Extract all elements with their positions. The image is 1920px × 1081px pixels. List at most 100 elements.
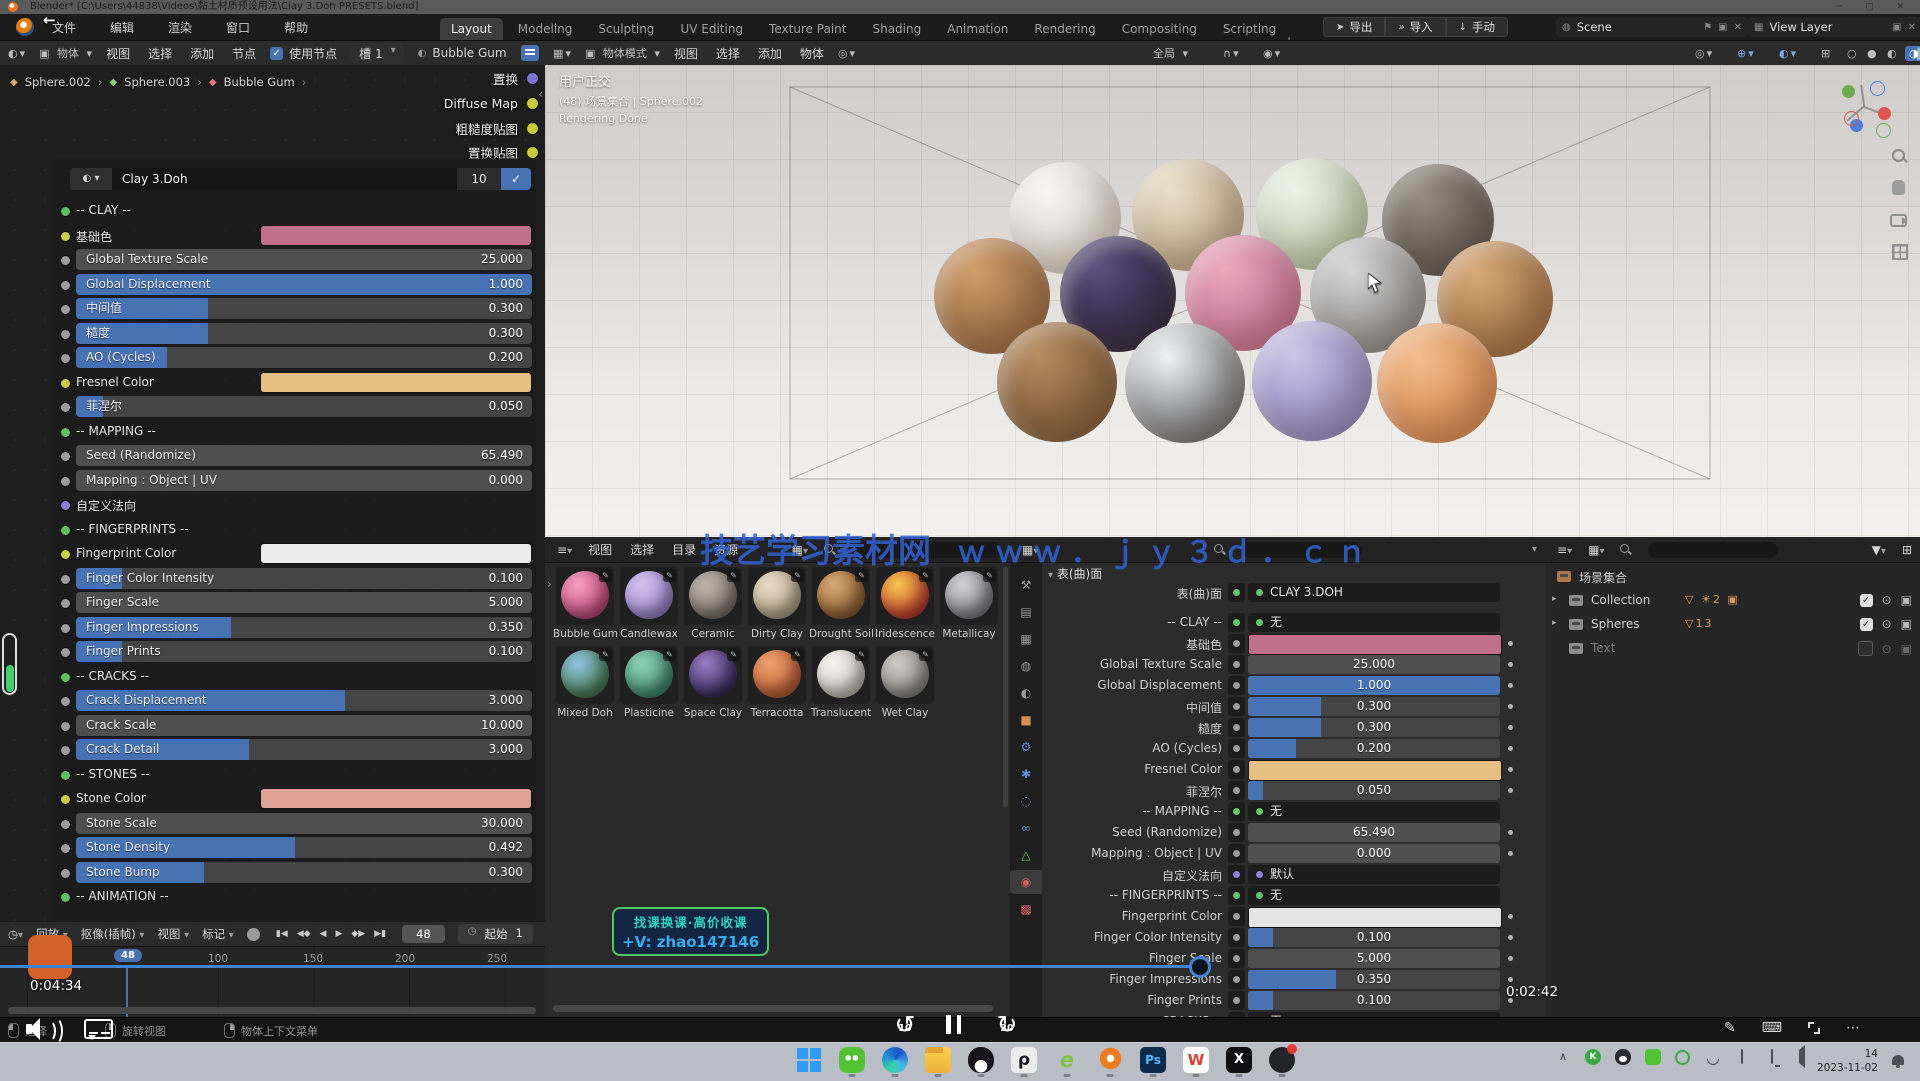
- property-row[interactable]: Seed (Randomize) 65.490: [1045, 823, 1523, 842]
- orientation-dropdown[interactable]: 全局 ▾: [1153, 45, 1188, 61]
- blender-menu-icon[interactable]: [16, 18, 34, 36]
- property-row[interactable]: 菲涅尔 0.050: [1045, 781, 1523, 800]
- asset-thumbnail[interactable]: ✎: [940, 567, 998, 625]
- expand-arrow-icon[interactable]: ▸: [1552, 618, 1557, 628]
- param-row[interactable]: Stone Scale 30.000: [52, 813, 534, 834]
- param-row[interactable]: Fingerprint Color: [52, 543, 534, 564]
- close-icon[interactable]: ✕: [1734, 22, 1742, 33]
- render-camera-icon[interactable]: ▣: [1901, 642, 1912, 656]
- asset-thumbnail[interactable]: ✎: [748, 646, 806, 704]
- property-row[interactable]: Finger Impressions 0.350: [1045, 970, 1523, 989]
- outliner-row[interactable]: 场景集合: [1545, 565, 1920, 589]
- player-back-icon[interactable]: ←: [43, 11, 56, 29]
- pin-icon[interactable]: ⚑: [1703, 22, 1712, 33]
- menu-item[interactable]: 选择: [630, 541, 654, 558]
- param-row[interactable]: -- MAPPING --: [52, 421, 534, 442]
- gizmo-toggle[interactable]: ⊕▾: [1737, 47, 1754, 60]
- breadcrumb-item[interactable]: ◆ Bubble Gum›: [209, 75, 306, 89]
- taskbar-app-icon[interactable]: [968, 1047, 994, 1073]
- overlays-toggle[interactable]: ◐▾: [1779, 47, 1796, 60]
- visibility-eye-icon[interactable]: ⊙: [1882, 593, 1892, 607]
- properties-tab[interactable]: ✱: [1010, 762, 1042, 786]
- param-row[interactable]: -- FINGERPRINTS --: [52, 519, 534, 540]
- properties-tab[interactable]: ⚙: [1010, 735, 1042, 759]
- menu-item[interactable]: 视图: [588, 541, 612, 558]
- editor-type-icon[interactable]: ▦▾: [553, 47, 571, 60]
- value-slider[interactable]: 0.200: [1248, 739, 1500, 758]
- scene-selector[interactable]: ◍ Scene ⚑ ▣ ✕: [1556, 17, 1748, 37]
- workspace-tab[interactable]: Layout: [440, 18, 503, 40]
- view-layer-selector[interactable]: ▦ View Layer ▣ ✕: [1748, 17, 1920, 37]
- axis-x-neg-icon[interactable]: [1844, 111, 1859, 126]
- record-button[interactable]: [247, 928, 260, 941]
- param-row[interactable]: Global Displacement 1.000: [52, 274, 534, 295]
- taskbar-app-icon[interactable]: [1097, 1047, 1123, 1073]
- param-row[interactable]: Crack Displacement 3.000: [52, 690, 534, 711]
- param-row[interactable]: AO (Cycles) 0.200: [52, 347, 534, 368]
- visibility-eye-icon[interactable]: ⊙: [1882, 617, 1892, 631]
- keyframe-dot-icon[interactable]: [1508, 767, 1513, 772]
- value-slider[interactable]: 0.050: [1248, 781, 1500, 800]
- workspace-tab[interactable]: Modeling: [507, 18, 584, 40]
- param-row[interactable]: -- ANIMATION --: [52, 886, 534, 907]
- node-tree-icon[interactable]: [521, 45, 539, 61]
- visibility-eye-icon[interactable]: ⊙: [1882, 642, 1892, 656]
- property-row[interactable]: 表(曲)面 CLAY 3.DOH: [1045, 583, 1523, 602]
- workspace-tab[interactable]: Compositing: [1111, 18, 1208, 40]
- properties-tab[interactable]: ◉: [1010, 870, 1042, 894]
- property-row[interactable]: AO (Cycles) 0.200: [1045, 739, 1523, 758]
- color-swatch[interactable]: [1248, 760, 1502, 781]
- asset-thumbnail[interactable]: ✎: [684, 567, 742, 625]
- taskbar-app-icon[interactable]: e: [1054, 1047, 1080, 1073]
- tray-wechat-icon[interactable]: [1645, 1049, 1661, 1065]
- asset-thumbnail[interactable]: ✎: [684, 646, 742, 704]
- asset-thumbnail[interactable]: ✎: [556, 646, 614, 704]
- property-row[interactable]: -- MAPPING -- 无: [1045, 802, 1523, 821]
- value-field[interactable]: CLAY 3.DOH: [1248, 583, 1500, 602]
- menu-item[interactable]: 帮助: [284, 19, 308, 36]
- value-slider[interactable]: 25.000: [1248, 655, 1500, 674]
- menu-item[interactable]: 选择: [148, 45, 172, 62]
- workspace-tab[interactable]: Animation: [936, 18, 1019, 40]
- snap-magnet-icon[interactable]: ∩▾: [1223, 47, 1239, 60]
- toggle-ortho-icon[interactable]: [1890, 243, 1908, 261]
- video-progress-played[interactable]: [0, 965, 1197, 968]
- color-swatch[interactable]: [260, 225, 532, 246]
- value-slider[interactable]: Finger Color Intensity 0.100: [76, 568, 532, 589]
- filter-funnel-icon[interactable]: ▼▾: [1872, 543, 1886, 557]
- keyframe-dot-icon[interactable]: [1508, 956, 1513, 961]
- keyframe-dot-icon[interactable]: [1508, 788, 1513, 793]
- color-swatch[interactable]: [260, 543, 532, 564]
- shading-material-button[interactable]: ◐: [1887, 47, 1897, 60]
- param-row[interactable]: -- CLAY --: [52, 200, 534, 221]
- workspace-tab[interactable]: UV Editing: [669, 18, 754, 40]
- taskbar-app-icon[interactable]: [796, 1047, 822, 1073]
- new-collection-icon[interactable]: ⊞: [1902, 543, 1912, 557]
- pivot-dropdown[interactable]: ◎▾: [838, 47, 855, 60]
- window-controls[interactable]: ─ ▢ ✕: [1837, 0, 1914, 14]
- value-slider[interactable]: Stone Bump 0.300: [76, 862, 532, 883]
- expand-arrow-icon[interactable]: ▸: [1552, 594, 1557, 604]
- property-row[interactable]: 基础色: [1045, 634, 1523, 653]
- value-slider[interactable]: AO (Cycles) 0.200: [76, 347, 532, 368]
- param-row[interactable]: -- STONES --: [52, 764, 534, 785]
- include-checkbox[interactable]: [1858, 641, 1873, 656]
- property-row[interactable]: Mapping : Object | UV 0.000: [1045, 844, 1523, 863]
- value-slider[interactable]: Global Displacement 1.000: [76, 274, 532, 295]
- property-row[interactable]: 中间值 0.300: [1045, 697, 1523, 716]
- proportional-edit-icon[interactable]: ◉▾: [1263, 47, 1280, 60]
- value-slider[interactable]: Seed (Randomize) 65.490: [76, 445, 532, 466]
- axis-x-icon[interactable]: [1878, 107, 1891, 120]
- panel-expand-icon[interactable]: ›: [547, 577, 552, 591]
- menu-item[interactable]: 窗口: [226, 19, 250, 36]
- pan-hand-icon[interactable]: [1890, 179, 1908, 197]
- properties-tab[interactable]: ▩: [1010, 897, 1042, 921]
- asset-item[interactable]: ✎ Bubble Gum: [553, 567, 617, 640]
- notification-bell-icon[interactable]: [1892, 1055, 1904, 1065]
- property-row[interactable]: Fresnel Color: [1045, 760, 1523, 779]
- menu-item[interactable]: 节点: [232, 45, 256, 62]
- asset-thumbnail[interactable]: ✎: [876, 567, 934, 625]
- material-users-count[interactable]: 10: [457, 168, 501, 190]
- value-field[interactable]: 无: [1248, 802, 1500, 821]
- node-socket[interactable]: Diffuse Map: [444, 96, 539, 111]
